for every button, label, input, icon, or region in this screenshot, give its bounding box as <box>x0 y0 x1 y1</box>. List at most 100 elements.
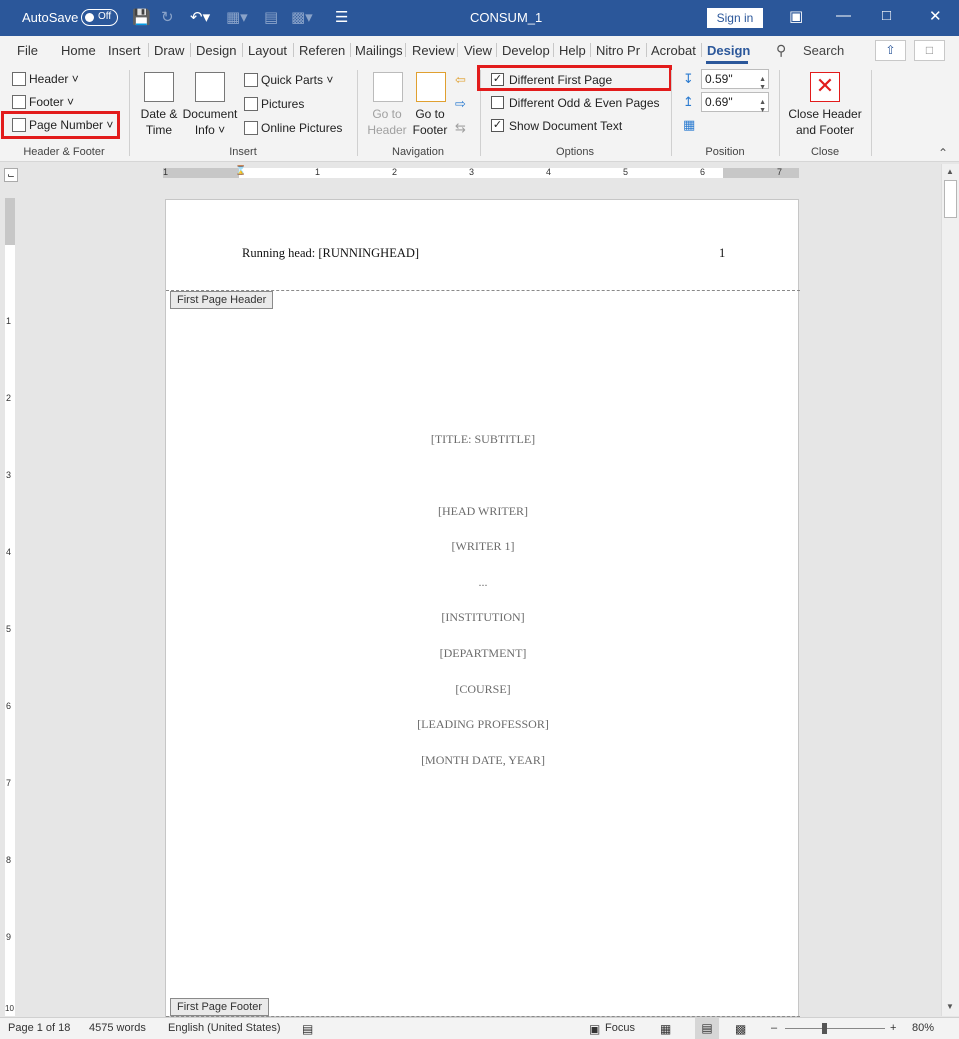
scroll-down-icon[interactable]: ▼ <box>946 1002 954 1011</box>
footer-button[interactable]: Footer ˅ <box>12 95 74 109</box>
insert-alignment-tab-icon[interactable]: ▦ <box>683 117 695 133</box>
autosave-label: AutoSave <box>22 10 79 25</box>
language-status[interactable]: English (United States) <box>168 1022 281 1034</box>
tab-layout[interactable]: Layout <box>248 43 287 58</box>
pictures-button[interactable]: Pictures <box>244 97 304 111</box>
horizontal-ruler[interactable]: 1 1 2 3 4 5 6 7 ⌛ <box>163 165 799 178</box>
writer-placeholder[interactable]: [WRITER 1] <box>166 539 800 554</box>
header-from-top-input[interactable]: 0.59" ▲ ▼ <box>701 69 769 91</box>
maximize-icon[interactable]: □ <box>882 7 891 24</box>
ribbon-display-icon[interactable]: ▣ <box>789 7 803 25</box>
zoom-slider[interactable] <box>785 1028 885 1029</box>
macro-icon[interactable]: ▤ <box>302 1022 313 1036</box>
tab-developer[interactable]: Develop <box>502 43 550 58</box>
ruler-number: 3 <box>6 470 12 480</box>
zoom-out-icon[interactable]: – <box>771 1022 777 1034</box>
header-page-number[interactable]: 1 <box>719 246 725 261</box>
spin-down-icon[interactable]: ▼ <box>759 102 766 120</box>
search-label[interactable]: Search <box>803 43 844 58</box>
format-icon[interactable]: ▩▾ <box>291 8 313 26</box>
different-odd-even-checkbox[interactable] <box>491 96 504 109</box>
focus-icon[interactable]: ▣ <box>589 1022 600 1036</box>
show-document-text-checkbox[interactable]: ✓ <box>491 119 504 132</box>
word-count[interactable]: 4575 words <box>89 1022 146 1034</box>
header-button[interactable]: Header ˅ <box>12 72 79 86</box>
go-to-footer-button[interactable]: Go to Footer <box>409 107 451 137</box>
vertical-scrollbar[interactable]: ▲ ▼ <box>941 164 959 1016</box>
ruler-number: 1 <box>163 167 169 177</box>
comments-button[interactable]: □ <box>914 40 945 61</box>
indent-marker-icon[interactable]: ⌛ <box>235 165 246 176</box>
date-time-button[interactable]: Date & Time <box>139 107 179 137</box>
document-info-button[interactable]: Document Info ˅ <box>181 107 239 137</box>
document-page[interactable]: Running head: [RUNNINGHEAD] 1 First Page… <box>165 199 800 1017</box>
search-icon[interactable]: ⚲ <box>776 42 786 59</box>
group-label-insert: Insert <box>229 146 257 158</box>
vertical-ruler[interactable]: 1 2 3 4 5 6 7 8 9 10 <box>5 198 15 1016</box>
department-placeholder[interactable]: [DEPARTMENT] <box>166 646 800 661</box>
close-header-footer-label-2: and Footer <box>795 123 855 137</box>
tab-review[interactable]: Review <box>412 43 455 58</box>
customize-toolbar-icon[interactable]: ☰ <box>335 8 348 26</box>
share-button[interactable]: ⇧ <box>875 40 906 61</box>
tab-mailings[interactable]: Mailings <box>355 43 402 58</box>
ellipsis-line[interactable]: ... <box>166 575 800 590</box>
print-layout-icon[interactable]: ▤ <box>695 1018 719 1039</box>
tab-draw[interactable]: Draw <box>154 43 184 58</box>
date-placeholder[interactable]: [MONTH DATE, YEAR] <box>166 753 800 768</box>
course-placeholder[interactable]: [COURSE] <box>166 682 800 697</box>
zoom-slider-handle[interactable] <box>822 1023 827 1034</box>
ruler-number: 6 <box>6 701 12 711</box>
tab-help[interactable]: Help <box>559 43 586 58</box>
close-header-footer-icon[interactable]: ✕ <box>810 72 840 102</box>
go-to-header-button[interactable]: Go to Header <box>365 107 409 137</box>
autosave-toggle[interactable]: Off <box>81 9 118 26</box>
sign-in-button[interactable]: Sign in <box>707 8 763 28</box>
document-title: CONSUM_1 <box>470 10 543 25</box>
tab-design-header-footer[interactable]: Design <box>707 43 750 58</box>
redo-icon[interactable]: ↻ <box>161 8 174 26</box>
online-pictures-button[interactable]: Online Pictures <box>244 121 342 135</box>
date-time-icon[interactable] <box>144 72 174 102</box>
professor-placeholder[interactable]: [LEADING PROFESSOR] <box>166 717 800 732</box>
first-page-footer-tag: First Page Footer <box>170 998 269 1016</box>
document-info-icon[interactable] <box>195 72 225 102</box>
tab-file[interactable]: File <box>17 43 38 58</box>
head-writer-placeholder[interactable]: [HEAD WRITER] <box>166 504 800 519</box>
go-to-footer-label-1: Go to <box>415 107 445 121</box>
tab-insert[interactable]: Insert <box>108 43 141 58</box>
link-to-previous-icon[interactable]: ⇆ <box>455 120 466 136</box>
read-mode-icon[interactable]: ▦ <box>660 1022 671 1036</box>
web-layout-icon[interactable]: ▩ <box>735 1022 746 1036</box>
tab-acrobat[interactable]: Acrobat <box>651 43 696 58</box>
focus-label[interactable]: Focus <box>605 1022 635 1034</box>
quick-parts-button[interactable]: Quick Parts ˅ <box>244 73 333 87</box>
scroll-thumb[interactable] <box>944 180 957 218</box>
undo-icon[interactable]: ↶▾ <box>190 8 210 26</box>
institution-placeholder[interactable]: [INSTITUTION] <box>166 610 800 625</box>
tab-design[interactable]: Design <box>196 43 236 58</box>
close-icon[interactable]: ✕ <box>929 7 942 25</box>
running-head-text[interactable]: Running head: [RUNNINGHEAD] <box>242 246 419 261</box>
scroll-up-icon[interactable]: ▲ <box>946 167 954 176</box>
next-icon[interactable]: ⇨ <box>455 96 466 112</box>
page-count[interactable]: Page 1 of 18 <box>8 1022 70 1034</box>
layout-icon[interactable]: ▤ <box>264 8 278 26</box>
tab-nitro[interactable]: Nitro Pr <box>596 43 644 58</box>
footer-from-bottom-input[interactable]: 0.69" ▲ ▼ <box>701 92 769 114</box>
zoom-level[interactable]: 80% <box>912 1022 934 1034</box>
collapse-ribbon-icon[interactable]: ⌃ <box>938 146 948 160</box>
tab-view[interactable]: View <box>464 43 492 58</box>
zoom-in-icon[interactable]: + <box>890 1022 896 1034</box>
tab-selector[interactable]: ⌙ <box>4 168 18 182</box>
tab-home[interactable]: Home <box>61 43 96 58</box>
close-header-footer-button[interactable]: Close Header and Footer <box>786 107 864 137</box>
go-to-footer-label-2: Footer <box>412 123 448 137</box>
tab-references[interactable]: Referen <box>299 43 347 58</box>
go-to-footer-icon[interactable] <box>416 72 446 102</box>
save-icon[interactable]: 💾 <box>132 8 151 26</box>
title-placeholder[interactable]: [TITLE: SUBTITLE] <box>166 432 800 447</box>
minimize-icon[interactable]: — <box>836 7 851 24</box>
previous-icon[interactable]: ⇦ <box>455 72 466 88</box>
table-icon[interactable]: ▦▾ <box>226 8 248 26</box>
